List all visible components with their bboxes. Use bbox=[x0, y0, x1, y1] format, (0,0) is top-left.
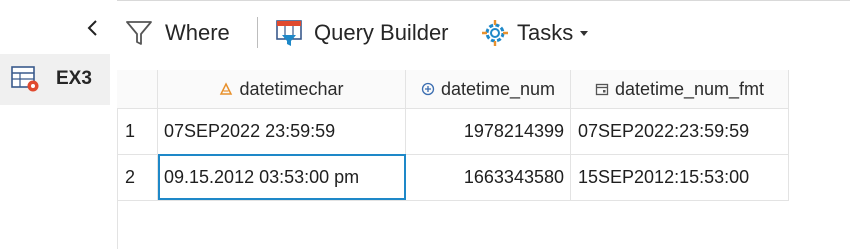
cell-datetimechar-selected[interactable]: 09.15.2012 03:53:00 pm bbox=[158, 154, 406, 200]
chevron-left-icon bbox=[87, 20, 97, 36]
numeric-column-icon bbox=[421, 82, 435, 96]
column-label: datetime_num_fmt bbox=[614, 78, 765, 99]
column-label: datetime_num bbox=[440, 78, 556, 99]
caret-down-icon bbox=[580, 31, 589, 36]
calendar-column-icon bbox=[595, 83, 609, 96]
table-row: 1 07SEP2022 23:59:59 1978214399 07SEP202… bbox=[117, 108, 789, 155]
row-number-header bbox=[117, 70, 158, 108]
query-builder-icon bbox=[276, 20, 302, 46]
where-label: Where bbox=[165, 20, 230, 45]
tab-label: EX3 bbox=[56, 68, 92, 89]
row-number: 2 bbox=[117, 154, 158, 200]
column-header-datetime-num[interactable]: datetime_num bbox=[406, 70, 571, 108]
back-button[interactable] bbox=[82, 14, 104, 42]
query-builder-button[interactable]: Query Builder bbox=[274, 14, 449, 52]
left-navigation: EX3 bbox=[0, 0, 117, 249]
tasks-gear-icon bbox=[482, 20, 508, 46]
cell-datetime-num[interactable]: 1663343580 bbox=[406, 154, 571, 200]
table-tab-ex3[interactable]: EX3 bbox=[0, 54, 110, 105]
character-column-icon bbox=[220, 82, 233, 95]
data-grid: datetimechar datetime_num datetime_num_f… bbox=[117, 70, 789, 201]
cell-datetime-num-fmt[interactable]: 15SEP2012:15:53:00 bbox=[571, 154, 789, 200]
filter-icon bbox=[126, 21, 152, 45]
column-header-datetime-num-fmt[interactable]: datetime_num_fmt bbox=[571, 70, 789, 108]
where-button[interactable]: Where bbox=[123, 14, 230, 52]
query-builder-label: Query Builder bbox=[314, 20, 449, 45]
tasks-button[interactable]: Tasks bbox=[479, 14, 590, 52]
table-row: 2 09.15.2012 03:53:00 pm 1663343580 15SE… bbox=[117, 154, 789, 201]
tasks-label: Tasks bbox=[517, 20, 574, 45]
row-number: 1 bbox=[117, 108, 158, 154]
column-header-datetimechar[interactable]: datetimechar bbox=[158, 70, 406, 108]
cell-datetime-num-fmt[interactable]: 07SEP2022:23:59:59 bbox=[571, 108, 789, 154]
cell-datetimechar[interactable]: 07SEP2022 23:59:59 bbox=[158, 108, 406, 154]
header-row: datetimechar datetime_num datetime_num_f… bbox=[117, 70, 789, 109]
toolbar-separator bbox=[257, 17, 258, 48]
column-label: datetimechar bbox=[239, 78, 344, 99]
table-icon bbox=[11, 66, 39, 92]
toolbar: Where Query Builder Tasks bbox=[117, 0, 850, 66]
cell-datetime-num[interactable]: 1978214399 bbox=[406, 108, 571, 154]
grid-left-border bbox=[117, 200, 118, 249]
